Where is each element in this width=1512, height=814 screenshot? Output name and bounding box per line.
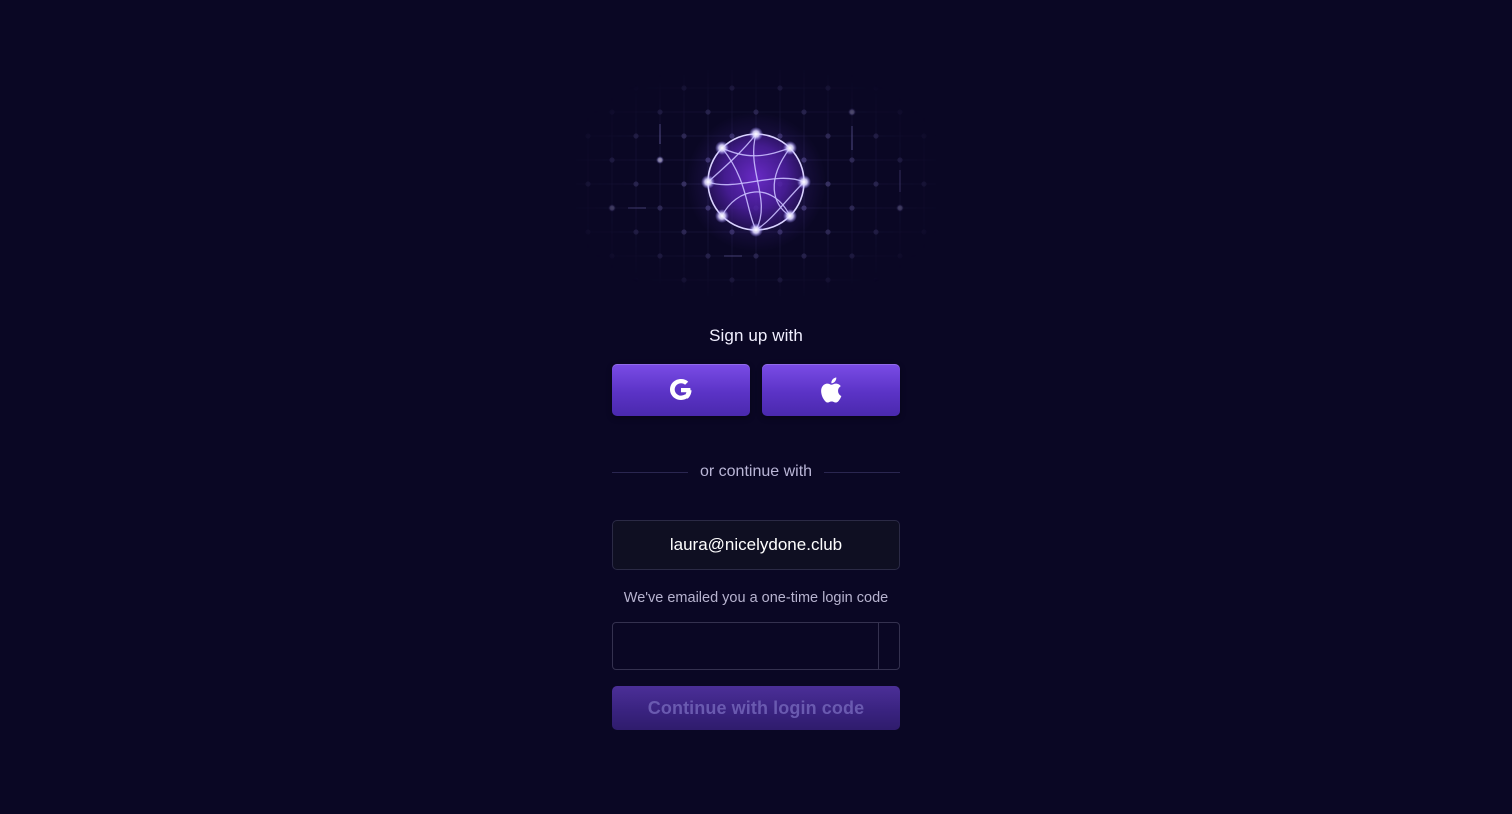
signup-heading: Sign up with <box>709 326 803 345</box>
apple-signup-button[interactable] <box>762 364 900 416</box>
login-code-input <box>612 622 900 670</box>
orb-icon <box>686 112 826 252</box>
code-digit-2[interactable] <box>879 623 899 669</box>
email-field[interactable] <box>612 520 900 570</box>
google-signup-button[interactable] <box>612 364 750 416</box>
google-icon <box>668 377 694 403</box>
continue-with-code-button[interactable]: Continue with login code <box>612 686 900 730</box>
code-digit-1[interactable] <box>613 623 879 669</box>
divider-text: or continue with <box>699 463 813 480</box>
apple-icon <box>819 377 843 403</box>
divider-line-right <box>824 471 900 473</box>
login-code-notice: We've emailed you a one-time login code <box>623 590 889 606</box>
signup-page: Sign up with or continue with We've emai… <box>0 0 1512 814</box>
network-illustration <box>576 70 936 296</box>
or-divider: or continue with <box>612 460 900 484</box>
divider-line-left <box>612 471 688 473</box>
oauth-buttons <box>612 364 900 416</box>
